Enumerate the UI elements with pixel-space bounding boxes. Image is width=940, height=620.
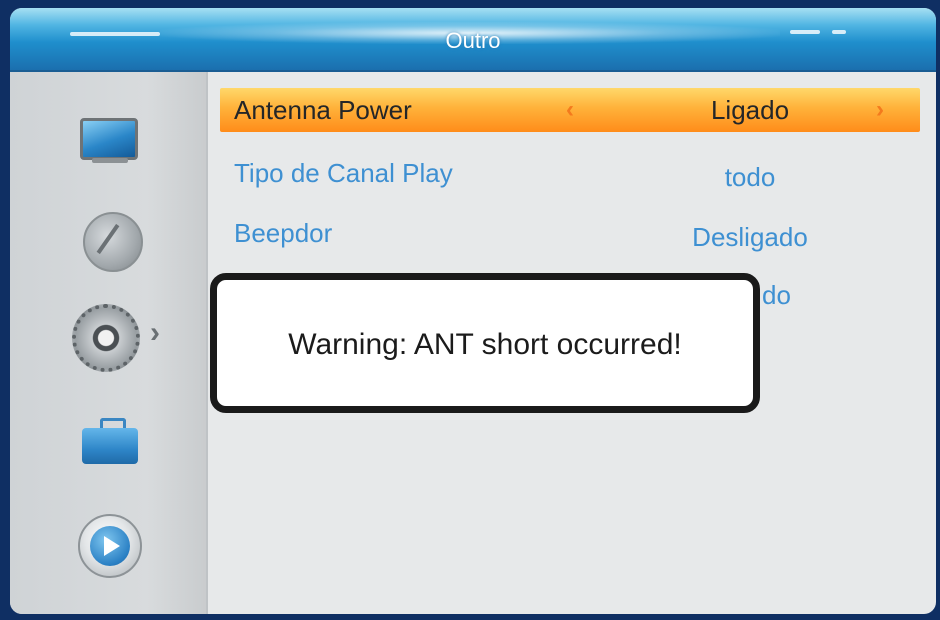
chevron-right-icon: ›	[150, 316, 160, 349]
title-bar: Outro	[10, 8, 936, 72]
settings-list: Antenna Power ‹ Ligado › Tipo de Canal P…	[220, 88, 920, 268]
warning-message: Warning: ANT short occurred!	[288, 328, 682, 361]
setting-row-tipo-de-canal-play[interactable]: Tipo de Canal Play todo	[220, 148, 920, 208]
setting-label: Beepdor	[234, 218, 333, 248]
setting-value: Ligado	[710, 95, 790, 125]
menu-sidebar: ›	[10, 72, 208, 614]
setting-row-antenna-power[interactable]: Antenna Power ‹ Ligado ›	[220, 88, 920, 132]
arrow-right-icon[interactable]: ›	[876, 96, 884, 124]
setting-row-beepdor[interactable]: Beepdor Desligado	[220, 208, 920, 268]
setting-label: Tipo de Canal Play	[234, 158, 453, 188]
setting-value: todo	[724, 162, 776, 192]
arrow-left-icon[interactable]: ‹	[566, 96, 574, 124]
obscured-setting-value: do	[762, 280, 791, 310]
tv-icon[interactable]	[80, 118, 138, 160]
page-title: Outro	[445, 28, 501, 53]
gear-icon[interactable]	[72, 304, 140, 372]
tv-stand	[92, 158, 128, 163]
warning-dialog: Warning: ANT short occurred!	[210, 273, 760, 413]
tv-screen: Outro › Antenna Power ‹ Ligado › Tipo de…	[10, 8, 936, 614]
satellite-dish-icon[interactable]	[83, 212, 143, 272]
toolbox-icon[interactable]	[82, 428, 138, 464]
play-triangle	[104, 536, 120, 556]
setting-value: Desligado	[692, 222, 808, 252]
setting-label: Antenna Power	[234, 95, 412, 125]
